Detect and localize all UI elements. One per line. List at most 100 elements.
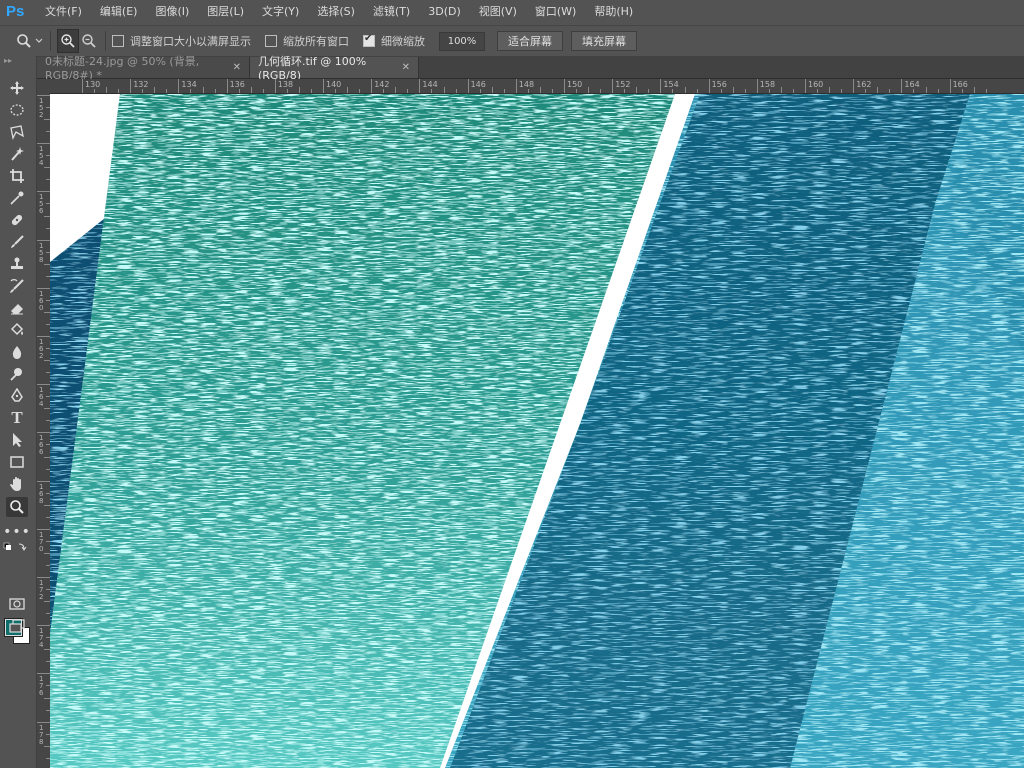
- ruler-label: 176: [39, 675, 44, 698]
- tab-untitled-24[interactable]: 0未标题-24.jpg @ 50% (背景, RGB/8#) * ✕: [37, 55, 250, 82]
- pen-tool-icon[interactable]: [6, 386, 28, 406]
- ruler-tick: [564, 79, 565, 93]
- dodge-tool-icon[interactable]: [6, 364, 28, 384]
- ruler-tick: [37, 673, 50, 675]
- screen-mode-icon[interactable]: [6, 616, 28, 636]
- quick-select-icon[interactable]: [6, 144, 28, 164]
- menu-window[interactable]: 窗口(W): [526, 0, 585, 24]
- menu-image[interactable]: 图像(I): [146, 0, 198, 24]
- panel-grip-icon[interactable]: ▸▸: [0, 56, 36, 66]
- vertical-ruler[interactable]: 152 154 156 158 160 162 164 166 168 170 172 174 176 1…: [37, 93, 51, 768]
- ruler-tick: [226, 79, 228, 93]
- more-tools-icon[interactable]: •••: [3, 522, 30, 542]
- ruler-label: 158: [759, 80, 776, 89]
- close-icon[interactable]: ✕: [233, 62, 241, 73]
- ruler-label: 156: [39, 193, 44, 216]
- ruler-label: 164: [39, 386, 44, 409]
- ruler-minor-tick: [829, 87, 831, 93]
- lasso-tool-icon[interactable]: [6, 122, 28, 142]
- ruler-label: 152: [39, 97, 44, 119]
- zoom-tool-icon[interactable]: [6, 497, 28, 517]
- move-tool-icon[interactable]: [6, 78, 28, 98]
- checkbox-icon[interactable]: [265, 35, 277, 47]
- ruler-tick: [37, 721, 50, 723]
- ruler-minor-tick: [768, 89, 770, 93]
- ruler-label: 174: [39, 627, 44, 650]
- path-select-icon[interactable]: [6, 430, 28, 450]
- blur-tool-icon[interactable]: [6, 342, 28, 362]
- menu-file[interactable]: 文件(F): [36, 0, 91, 24]
- ruler-tick: [805, 79, 806, 93]
- scrubby-zoom-checkbox[interactable]: 细微缩放: [363, 33, 425, 49]
- ruler-minor-tick: [395, 87, 397, 93]
- fit-screen-button[interactable]: 适合屏幕: [497, 31, 563, 51]
- menu-help[interactable]: 帮助(H): [585, 0, 642, 24]
- ruler-tick: [274, 79, 276, 93]
- ruler-minor-tick: [106, 87, 108, 93]
- ruler-tick: [37, 287, 50, 289]
- type-tool-icon[interactable]: T: [6, 408, 28, 428]
- menu-view[interactable]: 视图(V): [470, 0, 526, 24]
- paint-bucket-icon[interactable]: [6, 320, 28, 340]
- ruler-minor-tick: [588, 87, 590, 93]
- zoom-out-icon[interactable]: [79, 30, 99, 52]
- ruler-tick: [708, 79, 710, 93]
- checkbox-checked-icon[interactable]: [363, 33, 375, 47]
- fill-screen-button[interactable]: 填充屏幕: [571, 31, 637, 51]
- ruler-tick: [37, 143, 50, 145]
- ruler-label: 166: [39, 434, 44, 457]
- zoom-in-icon[interactable]: [57, 29, 79, 53]
- history-brush-icon[interactable]: [6, 276, 28, 296]
- menu-layer[interactable]: 图层(L): [198, 0, 253, 24]
- ruler-minor-tick: [286, 89, 288, 93]
- rectangle-tool-icon[interactable]: [6, 452, 28, 472]
- quick-mask-icon[interactable]: [6, 594, 28, 614]
- ruler-minor-tick: [407, 89, 409, 93]
- menu-3d[interactable]: 3D(D): [419, 0, 470, 24]
- marquee-tool-icon[interactable]: [6, 100, 28, 120]
- eraser-tool-icon[interactable]: [6, 298, 28, 318]
- ruler-minor-tick: [118, 89, 120, 93]
- menu-select[interactable]: 选择(S): [308, 0, 364, 24]
- ruler-minor-tick: [551, 89, 553, 93]
- zoom-all-windows-checkbox[interactable]: 缩放所有窗口: [265, 33, 349, 49]
- eyedropper-tool-icon[interactable]: [6, 188, 28, 208]
- menu-type[interactable]: 文字(Y): [253, 0, 308, 24]
- clone-stamp-icon[interactable]: [6, 254, 28, 274]
- hand-tool-icon[interactable]: [6, 474, 28, 494]
- ruler-label: 162: [39, 338, 44, 360]
- menu-filter[interactable]: 滤镜(T): [364, 0, 419, 24]
- zoom-tool-preset-icon[interactable]: [14, 30, 34, 52]
- ruler-tick: [178, 79, 180, 93]
- horizontal-ruler[interactable]: 130 132 134 136 138 140 142 144 146 148 150 152 154 1…: [50, 79, 1024, 94]
- ruler-origin[interactable]: [37, 79, 50, 93]
- ruler-tick: [612, 79, 614, 93]
- ruler-minor-tick: [166, 89, 168, 93]
- ruler-minor-tick: [214, 89, 216, 93]
- ruler-minor-tick: [94, 89, 96, 93]
- menu-edit[interactable]: 编辑(E): [91, 0, 147, 24]
- ruler-tick: [323, 79, 324, 93]
- ruler-label: 150: [567, 80, 583, 89]
- checkbox-icon[interactable]: [112, 35, 124, 47]
- color-reset-icon[interactable]: [3, 542, 27, 552]
- close-icon[interactable]: ✕: [402, 62, 410, 73]
- ruler-minor-tick: [491, 87, 493, 93]
- crop-tool-icon[interactable]: [6, 166, 28, 186]
- tab-geometric-loop[interactable]: 几何循环.tif @ 100%(RGB/8) ✕: [250, 55, 419, 82]
- ruler-minor-tick: [154, 87, 156, 93]
- healing-brush-icon[interactable]: [6, 210, 28, 230]
- resize-windows-checkbox[interactable]: 调整窗口大小以满屏显示: [112, 33, 251, 49]
- tools-panel: ▸▸ T •••: [0, 56, 37, 768]
- ruler-label: 170: [39, 530, 44, 553]
- document-canvas[interactable]: [50, 94, 1024, 768]
- ruler-label: 156: [711, 80, 727, 89]
- zoom-value-field[interactable]: 100%: [439, 31, 485, 51]
- ruler-minor-tick: [913, 89, 915, 93]
- brush-tool-icon[interactable]: [6, 232, 28, 252]
- ruler-minor-tick: [672, 89, 674, 93]
- ruler-minor-tick: [985, 89, 987, 93]
- chevron-down-icon[interactable]: [34, 30, 44, 52]
- ruler-tick: [660, 79, 662, 93]
- ruler-label: 134: [181, 80, 197, 89]
